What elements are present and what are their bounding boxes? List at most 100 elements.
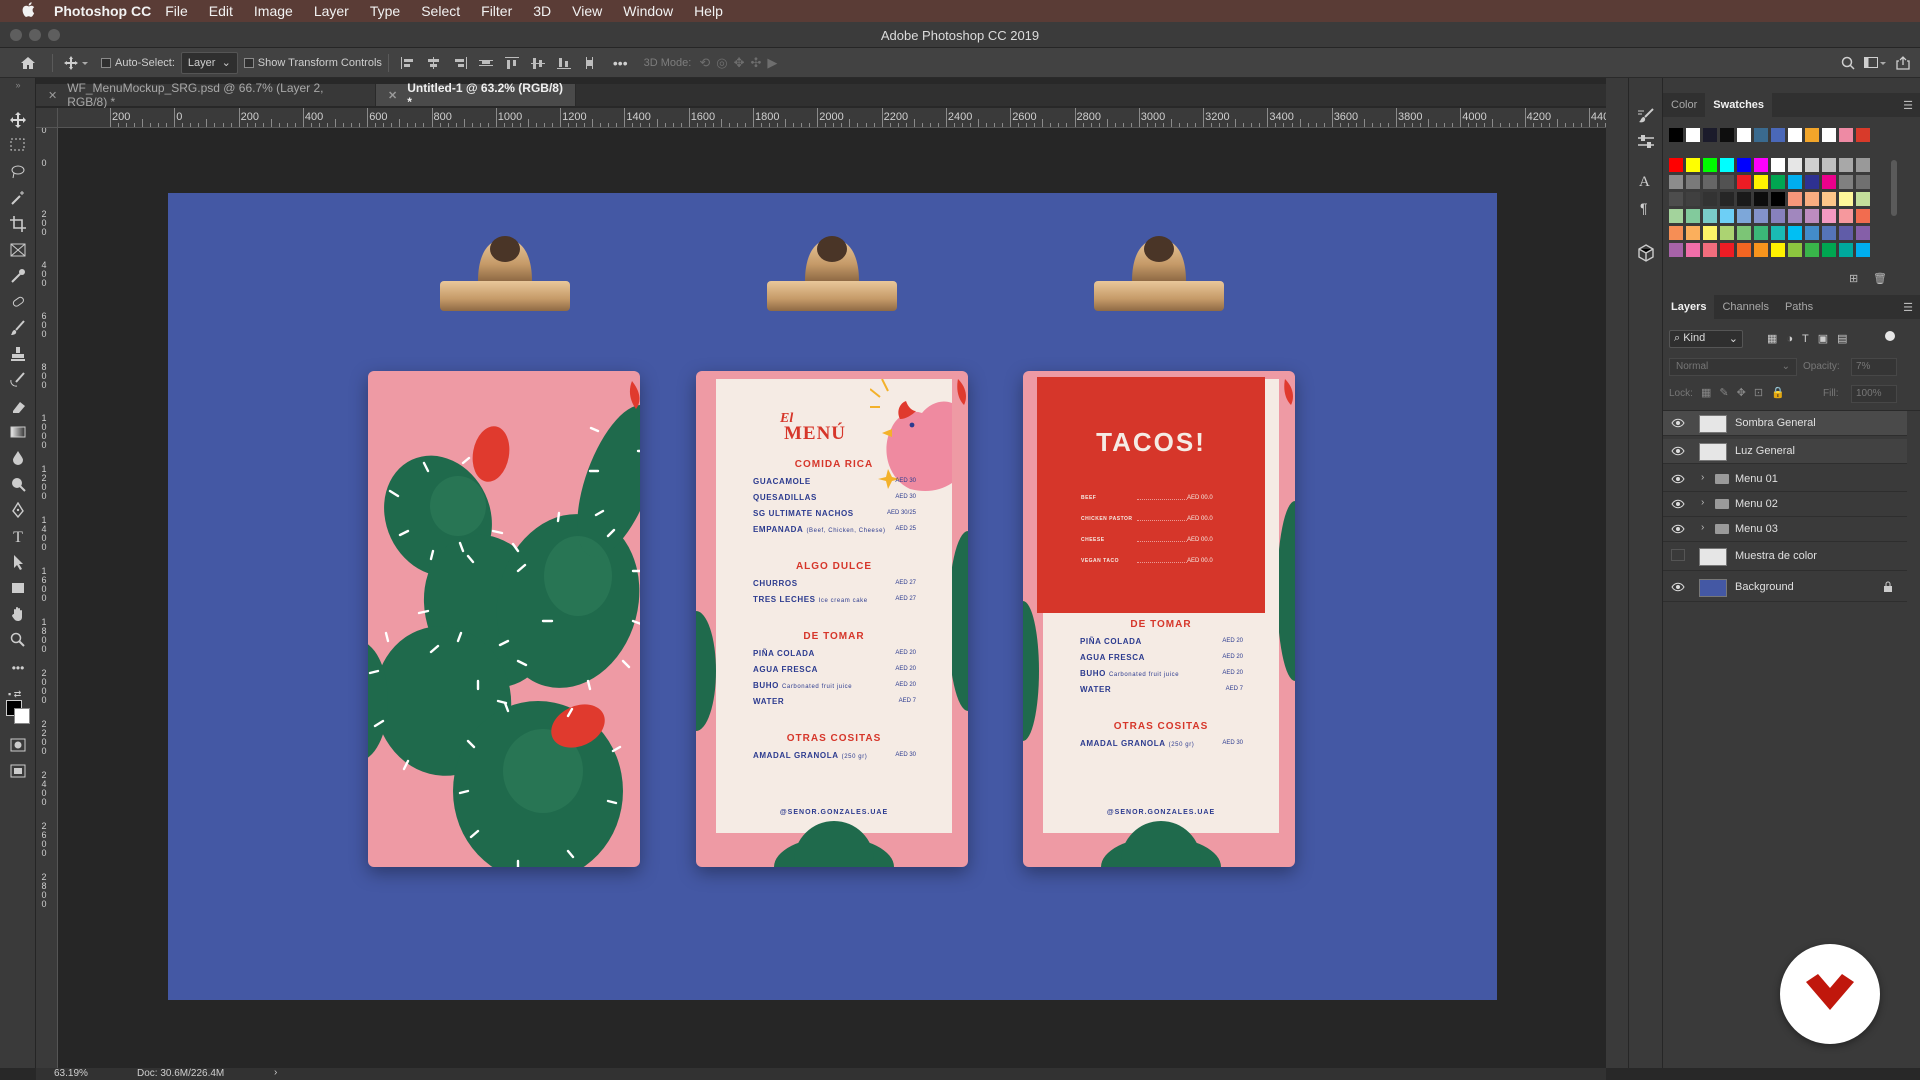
expand-chevron-icon[interactable]: › — [1701, 472, 1704, 483]
share-icon[interactable] — [1890, 52, 1916, 74]
swatch[interactable] — [1771, 158, 1785, 172]
swatch[interactable] — [1788, 128, 1802, 142]
app-name[interactable]: Photoshop CC — [54, 3, 151, 19]
swatch[interactable] — [1703, 128, 1717, 142]
swatch[interactable] — [1737, 209, 1751, 223]
vertical-ruler[interactable]: 2000200400600800100012001400160018002000… — [36, 128, 58, 1068]
swatch[interactable] — [1856, 128, 1870, 142]
doc-tab-mockup[interactable]: ✕ WF_MenuMockup_SRG.psd @ 66.7% (Layer 2… — [36, 81, 376, 109]
menu-help[interactable]: Help — [694, 3, 723, 19]
tab-paths[interactable]: Paths — [1777, 295, 1821, 319]
home-icon[interactable] — [10, 52, 46, 74]
gradient-tool-icon[interactable] — [8, 424, 28, 444]
swatch[interactable] — [1737, 158, 1751, 172]
align-bottom-icon[interactable] — [556, 57, 571, 69]
swatch[interactable] — [1686, 158, 1700, 172]
lock-icons[interactable]: ▦✎✥⊡🔒 — [1701, 386, 1793, 399]
swatch[interactable] — [1669, 209, 1683, 223]
search-icon[interactable] — [1836, 52, 1860, 74]
3d-icon[interactable] — [1637, 244, 1655, 265]
swatch[interactable] — [1839, 128, 1853, 142]
visibility-eye-icon[interactable] — [1671, 418, 1685, 428]
eyedropper-tool-icon[interactable] — [8, 268, 28, 288]
menu-image[interactable]: Image — [254, 3, 293, 19]
swatch[interactable] — [1737, 175, 1751, 189]
visibility-eye-icon[interactable] — [1671, 499, 1685, 509]
swatch[interactable] — [1720, 175, 1734, 189]
swatch[interactable] — [1686, 209, 1700, 223]
swatch[interactable] — [1703, 226, 1717, 240]
swatch[interactable] — [1822, 192, 1836, 206]
zoom-tool-icon[interactable] — [8, 632, 28, 652]
menu-type[interactable]: Type — [370, 3, 400, 19]
swatch[interactable] — [1788, 226, 1802, 240]
swatch[interactable] — [1686, 175, 1700, 189]
swatch[interactable] — [1822, 175, 1836, 189]
swatches-scrollbar[interactable] — [1891, 160, 1897, 216]
menu-edit[interactable]: Edit — [209, 3, 233, 19]
swatch[interactable] — [1822, 128, 1836, 142]
menu-file[interactable]: File — [165, 3, 188, 19]
swatch[interactable] — [1669, 128, 1683, 142]
rectangle-tool-icon[interactable] — [8, 580, 28, 600]
menu-3d[interactable]: 3D — [533, 3, 551, 19]
align-left-icon[interactable] — [400, 56, 415, 69]
history-brush-tool-icon[interactable] — [8, 372, 28, 392]
swatch[interactable] — [1771, 175, 1785, 189]
screen-mode-icon[interactable] — [8, 764, 28, 784]
swatch[interactable] — [1754, 209, 1768, 223]
tab-swatches[interactable]: Swatches — [1705, 93, 1773, 117]
menu-view[interactable]: View — [572, 3, 602, 19]
expand-chevron-icon[interactable]: › — [1701, 522, 1704, 533]
layer-filter-dropdown[interactable]: ⌕ Kind ⌄ — [1669, 330, 1743, 348]
tab-channels[interactable]: Channels — [1714, 295, 1776, 319]
swatch[interactable] — [1754, 158, 1768, 172]
swatch[interactable] — [1754, 192, 1768, 206]
swatch[interactable] — [1669, 226, 1683, 240]
swatch[interactable] — [1703, 192, 1717, 206]
swatch[interactable] — [1737, 243, 1751, 257]
layer-group-row[interactable]: › Menu 01 — [1663, 467, 1907, 492]
swatch[interactable] — [1822, 158, 1836, 172]
swatch[interactable] — [1669, 158, 1683, 172]
tab-layers[interactable]: Layers — [1663, 295, 1715, 319]
ruler-origin[interactable] — [36, 108, 58, 128]
swatch[interactable] — [1822, 226, 1836, 240]
swatch[interactable] — [1771, 209, 1785, 223]
visibility-eye-icon[interactable] — [1671, 582, 1685, 592]
distribute-v-icon[interactable] — [583, 56, 597, 69]
healing-brush-tool-icon[interactable] — [8, 294, 28, 314]
opacity-field[interactable]: 7% — [1851, 358, 1897, 376]
swatch[interactable] — [1703, 158, 1717, 172]
swatch[interactable] — [1839, 226, 1853, 240]
swatch[interactable] — [1703, 175, 1717, 189]
swatch[interactable] — [1822, 209, 1836, 223]
dodge-tool-icon[interactable] — [8, 476, 28, 496]
visibility-eye-icon[interactable] — [1671, 524, 1685, 534]
menu-filter[interactable]: Filter — [481, 3, 512, 19]
swatch[interactable] — [1754, 175, 1768, 189]
swatch[interactable] — [1856, 209, 1870, 223]
swatch[interactable] — [1720, 158, 1734, 172]
layer-row-background[interactable]: Background — [1663, 573, 1907, 602]
swatch[interactable] — [1771, 243, 1785, 257]
swatch[interactable] — [1805, 175, 1819, 189]
more-options-icon[interactable]: ••• — [613, 52, 628, 74]
swatch[interactable] — [1856, 226, 1870, 240]
collapse-toolbar-icon[interactable]: » — [8, 80, 28, 90]
status-arrow-icon[interactable]: › — [274, 1067, 277, 1078]
swatch[interactable] — [1720, 128, 1734, 142]
swatch[interactable] — [1839, 158, 1853, 172]
swatch[interactable] — [1788, 243, 1802, 257]
move-tool-preset-icon[interactable] — [59, 52, 93, 74]
swatch[interactable] — [1720, 192, 1734, 206]
swatch[interactable] — [1805, 209, 1819, 223]
lasso-tool-icon[interactable] — [8, 164, 28, 184]
swatch[interactable] — [1856, 243, 1870, 257]
swatch[interactable] — [1839, 192, 1853, 206]
document-canvas[interactable]: El MENÚ COMIDA RICA GUACAMOLE AED 30 QUESAD… — [168, 193, 1497, 1000]
eraser-tool-icon[interactable] — [8, 398, 28, 418]
swatch[interactable] — [1754, 243, 1768, 257]
auto-select-checkbox[interactable]: Auto-Select: — [101, 52, 175, 74]
workspace-icon[interactable] — [1860, 52, 1890, 74]
